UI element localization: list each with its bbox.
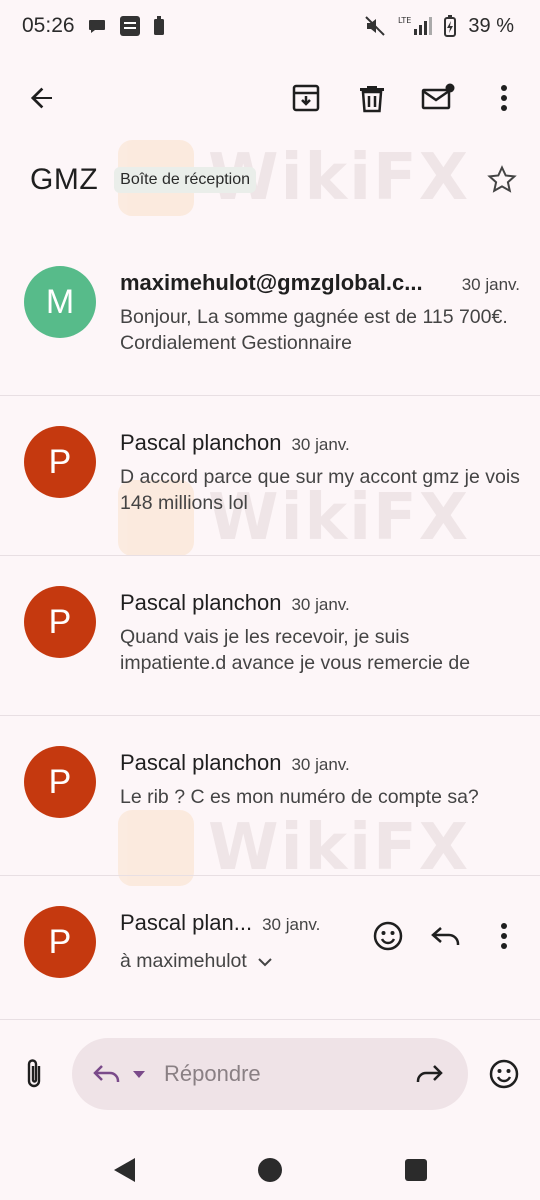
reply-icon[interactable] bbox=[428, 918, 464, 954]
message-date: 30 janv. bbox=[291, 595, 350, 614]
sender-name: Pascal planchon bbox=[120, 430, 282, 455]
reply-compose-bar[interactable]: Répondre bbox=[72, 1038, 468, 1110]
recipient-row[interactable]: à maximehulot bbox=[120, 950, 273, 973]
avatar: P bbox=[24, 746, 96, 818]
message-snippet: D accord parce que sur my accont gmz je … bbox=[120, 466, 520, 514]
attach-icon[interactable] bbox=[16, 1056, 52, 1092]
small-battery-icon bbox=[153, 16, 165, 36]
chevron-down-icon[interactable] bbox=[257, 956, 273, 968]
message-item[interactable]: M maximehulot@gmzglobal.c... 30 janv. Bo… bbox=[0, 236, 540, 396]
avatar: P bbox=[24, 426, 96, 498]
appbar-actions bbox=[288, 80, 522, 116]
trash-icon[interactable] bbox=[354, 80, 390, 116]
nav-back-icon[interactable] bbox=[106, 1152, 142, 1188]
recipient: à maximehulot bbox=[120, 950, 247, 972]
sender-name: Pascal planchon bbox=[120, 590, 282, 615]
sender-name: maximehulot@gmzglobal.c... bbox=[120, 270, 423, 295]
thread-header: GMZ Boîte de réception bbox=[30, 156, 520, 204]
message-actions bbox=[370, 918, 522, 954]
message-header: maximehulot@gmzglobal.c... 30 janv. bbox=[120, 270, 520, 296]
emoji-icon[interactable] bbox=[486, 1056, 522, 1092]
notification-box-icon bbox=[119, 15, 141, 37]
battery-charging-icon bbox=[444, 15, 457, 37]
status-left: 05:26 bbox=[22, 14, 165, 38]
message-header: Pascal plan... 30 janv. bbox=[120, 910, 320, 936]
reply-input[interactable]: Répondre bbox=[164, 1061, 414, 1087]
back-arrow-icon[interactable] bbox=[24, 80, 60, 116]
more-vert-icon[interactable] bbox=[486, 918, 522, 954]
chat-bubble-icon bbox=[87, 16, 107, 36]
signal-icon: LTE bbox=[398, 15, 433, 37]
avatar: P bbox=[24, 586, 96, 658]
sender-name: Pascal planchon bbox=[120, 750, 282, 775]
mark-unread-icon[interactable] bbox=[420, 80, 456, 116]
message-snippet: Le rib ? C es mon numéro de compte sa? bbox=[120, 786, 479, 808]
status-time: 05:26 bbox=[22, 14, 75, 37]
nav-home-icon[interactable] bbox=[252, 1152, 288, 1188]
message-header: Pascal planchon 30 janv. bbox=[120, 430, 350, 456]
reply-mode-dropdown-icon[interactable] bbox=[132, 1069, 146, 1079]
message-snippet: Quand vais je les recevoir, je suis impa… bbox=[120, 626, 471, 674]
status-right: LTE 39 % bbox=[364, 15, 514, 38]
message-item[interactable]: P Pascal planchon 30 janv. Le rib ? C es… bbox=[0, 716, 540, 876]
message-item-expanded[interactable]: P Pascal plan... 30 janv. à maximehulot bbox=[0, 876, 540, 1020]
muted-icon bbox=[364, 15, 386, 37]
status-bar: 05:26 LTE 39 % bbox=[0, 0, 540, 52]
avatar: M bbox=[24, 266, 96, 338]
emoji-icon[interactable] bbox=[370, 918, 406, 954]
message-item[interactable]: P Pascal planchon 30 janv. D accord parc… bbox=[0, 396, 540, 556]
nav-recents-icon[interactable] bbox=[398, 1152, 434, 1188]
battery-percent: 39 % bbox=[468, 14, 514, 37]
forward-icon[interactable] bbox=[414, 1062, 444, 1086]
system-nav-bar bbox=[0, 1140, 540, 1200]
sender-name: Pascal plan... bbox=[120, 910, 253, 935]
star-icon[interactable] bbox=[484, 162, 520, 198]
archive-icon[interactable] bbox=[288, 80, 324, 116]
top-app-bar bbox=[0, 70, 540, 126]
message-header: Pascal planchon 30 janv. bbox=[120, 590, 350, 616]
message-date: 30 janv. bbox=[291, 755, 350, 774]
message-date: 30 janv. bbox=[291, 435, 350, 454]
message-snippet: Bonjour, La somme gagnée est de 115 700€… bbox=[120, 306, 508, 354]
avatar: P bbox=[24, 906, 96, 978]
more-vert-icon[interactable] bbox=[486, 80, 522, 116]
inbox-label-chip[interactable]: Boîte de réception bbox=[114, 167, 257, 193]
message-header: Pascal planchon 30 janv. bbox=[120, 750, 350, 776]
message-date: 30 janv. bbox=[461, 275, 520, 294]
message-date: 30 janv. bbox=[262, 915, 321, 934]
svg-text:LTE: LTE bbox=[398, 16, 411, 25]
thread-subject: GMZ bbox=[30, 163, 99, 196]
message-item[interactable]: P Pascal planchon 30 janv. Quand vais je… bbox=[0, 556, 540, 716]
reply-icon[interactable] bbox=[92, 1062, 122, 1086]
